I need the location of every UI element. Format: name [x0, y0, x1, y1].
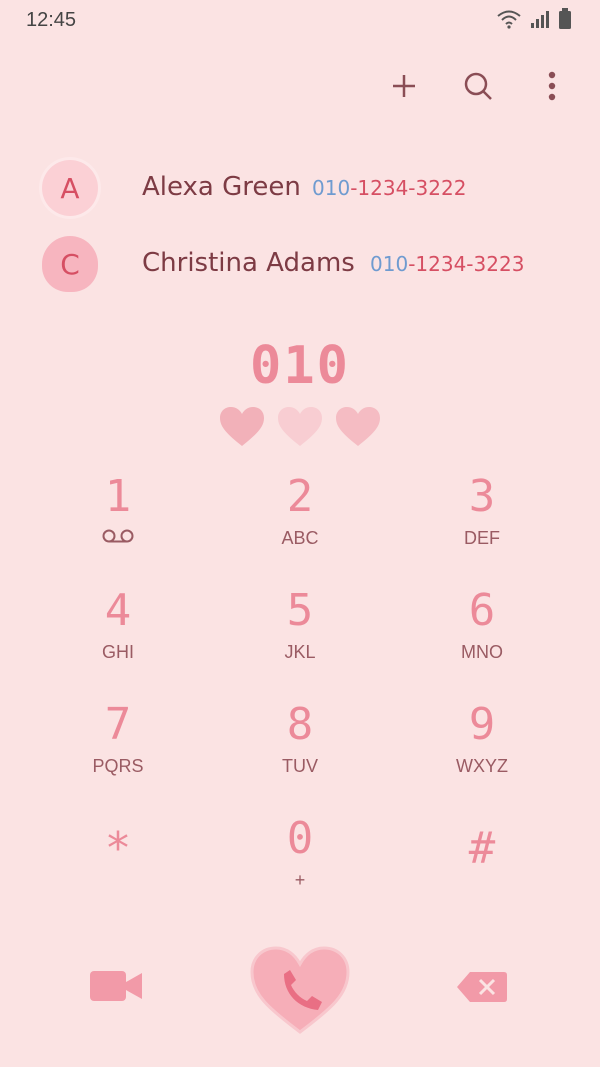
key-letters: PQRS [92, 756, 144, 776]
key-digit: 3 [468, 471, 496, 522]
key-7[interactable]: 7 PQRS [28, 698, 208, 808]
backspace-button[interactable] [456, 970, 510, 1006]
number-rest: -1234-3223 [408, 252, 525, 276]
video-call-icon [90, 971, 142, 1001]
phone-icon [250, 946, 350, 1034]
key-hash[interactable]: # [392, 822, 572, 932]
heart-indicators [0, 406, 600, 448]
voicemail-icon [28, 528, 208, 549]
search-button[interactable] [456, 64, 500, 108]
backspace-icon [457, 972, 507, 1002]
avatar-initial: C [60, 247, 80, 281]
call-actions [0, 940, 600, 1050]
status-icons [496, 8, 572, 30]
more-vertical-icon [548, 71, 556, 101]
toolbar [382, 64, 574, 108]
key-3[interactable]: 3 DEF [392, 470, 572, 580]
contact-name: Christina Adams [142, 248, 355, 278]
key-9[interactable]: 9 WXYZ [392, 698, 572, 808]
status-time: 12:45 [26, 9, 77, 31]
more-options-button[interactable] [530, 64, 574, 108]
heart-icon [336, 407, 380, 446]
number-match: 010 [312, 176, 351, 200]
avatar-initial: A [60, 171, 80, 205]
contact-name: Alexa Green [142, 172, 301, 202]
contact-number: 010-1234-3223 [370, 252, 524, 276]
key-digit: # [468, 823, 496, 874]
key-letters: WXYZ [456, 756, 508, 776]
key-letters: GHI [101, 642, 134, 662]
key-letters: DEF [464, 528, 500, 548]
number-rest: -1234-3222 [350, 176, 467, 200]
key-star[interactable]: * [28, 822, 208, 932]
add-contact-button[interactable] [382, 64, 426, 108]
key-0[interactable]: 0 + [210, 812, 390, 922]
status-bar: 12:45 [0, 0, 600, 40]
number-match: 010 [370, 252, 409, 276]
key-8[interactable]: 8 TUV [210, 698, 390, 808]
key-letters: JKL [284, 642, 316, 662]
key-digit: 0 [286, 813, 314, 864]
key-1[interactable]: 1 [28, 470, 208, 580]
key-letters: TUV [282, 756, 318, 776]
search-icon [464, 72, 492, 100]
key-letters: MNO [461, 642, 503, 662]
key-digit: 5 [286, 585, 314, 636]
key-digit: 6 [468, 585, 496, 636]
heart-icon [278, 407, 322, 446]
key-5[interactable]: 5 JKL [210, 584, 390, 694]
key-digit: * [104, 823, 132, 874]
key-6[interactable]: 6 MNO [392, 584, 572, 694]
key-digit: 7 [104, 699, 132, 750]
plus-icon [393, 75, 415, 97]
battery-icon [559, 8, 571, 29]
key-digit: 4 [104, 585, 132, 636]
key-2[interactable]: 2 ABC [210, 470, 390, 580]
key-digit: 8 [286, 699, 314, 750]
key-digit: 9 [468, 699, 496, 750]
contact-number: 010-1234-3222 [312, 176, 466, 200]
key-letters: ABC [281, 528, 319, 548]
contact-suggestion[interactable]: C Christina Adams 010-1234-3223 [0, 234, 600, 298]
wifi-icon [497, 10, 521, 29]
heart-icon [220, 407, 264, 446]
avatar: C [42, 236, 98, 292]
contact-suggestion[interactable]: A Alexa Green 010-1234-3222 [0, 158, 600, 222]
call-button[interactable] [250, 946, 350, 1036]
key-letters: + [294, 870, 306, 890]
avatar: A [42, 160, 98, 216]
key-digit: 2 [286, 471, 314, 522]
dialed-number[interactable]: 010 [0, 336, 600, 396]
signal-icon [531, 11, 549, 28]
key-digit: 1 [104, 471, 132, 522]
video-call-button[interactable] [88, 968, 148, 1008]
key-4[interactable]: 4 GHI [28, 584, 208, 694]
